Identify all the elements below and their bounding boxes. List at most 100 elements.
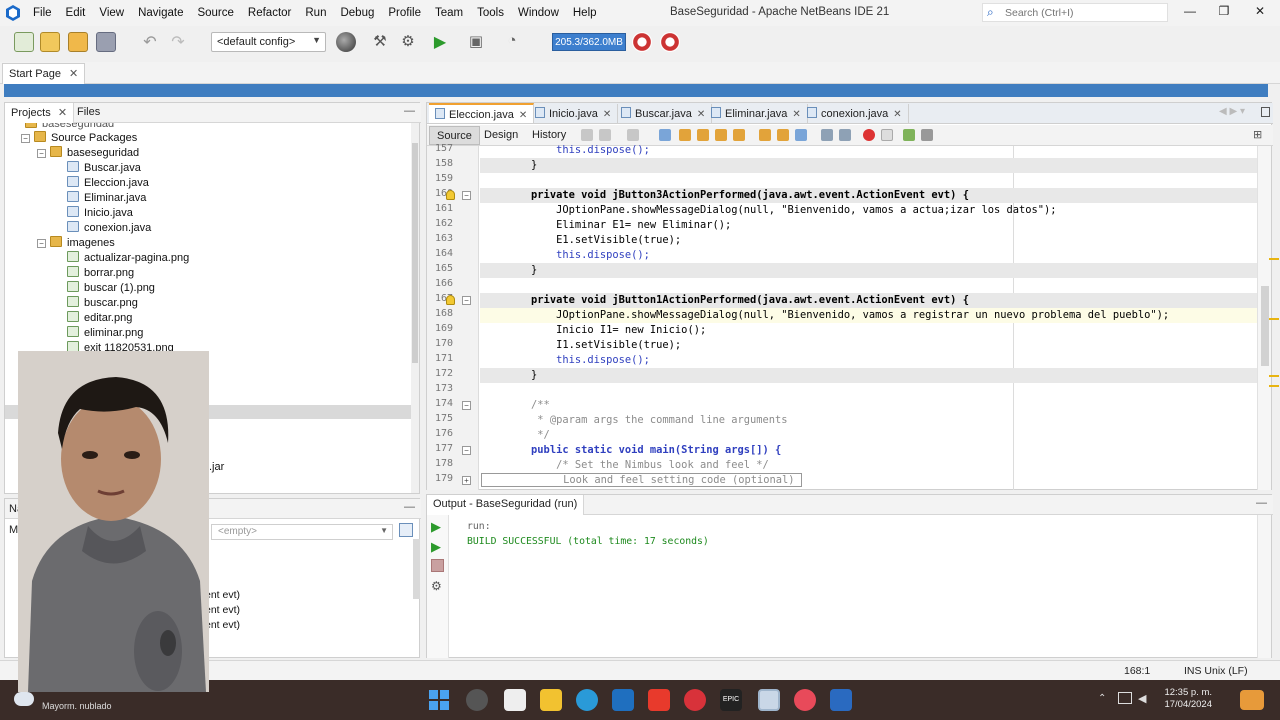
tree-package-baseseguridad[interactable]: − baseseguridad [37,146,139,161]
find-next-icon[interactable] [697,129,709,141]
code-line[interactable]: } [481,263,1257,278]
code-line[interactable] [481,383,1257,398]
gc-icon[interactable] [632,32,652,52]
app-icon-2[interactable] [830,689,852,711]
code-line[interactable]: Eliminar E1= new Eliminar(); [481,218,1257,233]
rerun-icon[interactable]: ▶ [431,519,444,534]
previous-bookmark-icon[interactable] [759,129,771,141]
minimize-panel-icon[interactable]: — [404,501,415,513]
copilot-icon[interactable] [1240,690,1264,710]
close-button[interactable]: ✕ [1248,4,1272,22]
code-line[interactable]: this.dispose(); [481,353,1257,368]
start-page-tab[interactable]: Start Page ✕ [2,63,86,84]
code-line[interactable]: this.dispose(); [481,143,1257,158]
find-selection-icon[interactable] [715,129,727,141]
target-icon[interactable] [336,32,356,52]
output-scrollbar[interactable] [1257,515,1271,658]
back-icon[interactable] [599,129,611,141]
fold-icon[interactable]: − [462,191,471,200]
debug-project-icon[interactable]: ▣ [466,32,486,52]
clean-build-icon[interactable]: ⚙ [398,32,418,52]
memory-indicator[interactable]: 205.3/362.0MB [552,33,626,51]
menu-profile[interactable]: Profile [381,7,428,19]
tree-file[interactable]: conexion.java [67,221,151,236]
minimize-button[interactable]: — [1178,4,1202,22]
code-line[interactable]: this.dispose(); [481,248,1257,263]
close-icon[interactable]: ✕ [69,68,78,80]
close-icon[interactable]: ✕ [792,109,800,120]
code-line[interactable]: JOptionPane.showMessageDialog(null, "Bie… [481,308,1257,323]
tab-buscar-java[interactable]: Buscar.java ✕ [615,104,713,124]
tree-source-packages[interactable]: − Source Packages [21,131,137,146]
menu-edit[interactable]: Edit [59,7,93,19]
toggle-bookmark-icon[interactable] [795,129,807,141]
close-icon[interactable]: ✕ [697,109,705,120]
code-line[interactable]: * @param args the command line arguments [481,413,1257,428]
tree-file[interactable]: borrar.png [67,266,134,281]
navigator-scrollbar[interactable] [413,539,420,599]
close-icon[interactable]: ✕ [58,107,67,119]
code-line[interactable] [481,173,1257,188]
stop-macro-icon[interactable] [881,129,893,141]
uncomment-icon[interactable] [921,129,933,141]
netbeans-taskbar-icon[interactable] [758,689,780,711]
app-icon[interactable] [648,689,670,711]
collapse-icon[interactable]: − [37,149,46,158]
config-select[interactable]: <default config> ▼ [211,32,326,52]
menu-help[interactable]: Help [566,7,604,19]
find-icon[interactable] [659,129,671,141]
tab-eliminar-java[interactable]: Eliminar.java ✕ [705,104,808,124]
fold-icon[interactable]: + [462,476,471,485]
navigator-item[interactable]: ent evt) [205,604,240,616]
code-line[interactable]: I1.setVisible(true); [481,338,1257,353]
new-project-icon[interactable] [40,32,60,52]
navigator-item[interactable]: ent evt) [205,619,240,631]
tab-conexion-java[interactable]: conexion.java ✕ [801,104,909,124]
tree-file[interactable]: Inicio.java [67,206,133,221]
code-line[interactable]: public static void main(String args[]) { [481,443,1257,458]
comment-icon[interactable] [903,129,915,141]
collapse-icon[interactable]: − [37,239,46,248]
tree-file[interactable]: editar.png [67,311,132,326]
scrollbar-thumb[interactable] [1261,286,1269,366]
code-line[interactable]: Look and feel setting code (optional) [481,473,1257,488]
stop-icon[interactable] [431,559,444,572]
tray-chevron-icon[interactable]: ⌃ [1098,693,1106,704]
undo-icon[interactable]: ↶ [140,32,160,52]
navigator-filter-select[interactable]: <empty> ▼ [211,524,393,540]
start-macro-icon[interactable] [863,129,875,141]
tab-files[interactable]: Files [71,103,106,123]
error-stripe-mark[interactable] [1269,318,1279,320]
navigator-item[interactable]: ent evt) [205,589,240,601]
tab-inicio-java[interactable]: Inicio.java ✕ [529,104,619,124]
find-previous-icon[interactable] [679,129,691,141]
hint-bulb-icon[interactable] [446,190,455,200]
folded-code-box[interactable]: Look and feel setting code (optional) [481,473,802,487]
network-icon[interactable] [1118,692,1132,704]
shift-right-icon[interactable] [839,129,851,141]
error-stripe-mark[interactable] [1269,258,1279,260]
code-line[interactable]: */ [481,428,1257,443]
next-bookmark-icon[interactable] [777,129,789,141]
code-line[interactable] [481,278,1257,293]
code-line[interactable]: /** [481,398,1257,413]
menu-source[interactable]: Source [190,7,240,19]
rerun-with-params-icon[interactable]: ▶ [431,539,444,554]
menu-file[interactable]: File [26,7,59,19]
run-project-icon[interactable]: ▶ [430,32,450,52]
hint-bulb-icon[interactable] [446,295,455,305]
recorder-icon[interactable] [794,689,816,711]
opera-icon[interactable] [684,689,706,711]
forward-icon[interactable] [627,129,639,141]
save-all-icon[interactable] [96,32,116,52]
code-line[interactable]: JOptionPane.showMessageDialog(null, "Bie… [481,203,1257,218]
tree-file[interactable]: actualizar-pagina.png [67,251,189,266]
tree-jar-fragment[interactable]: .jar [209,461,224,476]
menu-debug[interactable]: Debug [333,7,381,19]
epic-games-icon[interactable]: EPIC [720,689,742,711]
menu-run[interactable]: Run [298,7,333,19]
minimize-panel-icon[interactable]: — [404,105,415,117]
split-editor-icon[interactable]: ⊞ [1253,128,1262,141]
search-box[interactable]: ⌕ [982,3,1168,22]
volume-icon[interactable]: ◀ [1138,692,1146,705]
